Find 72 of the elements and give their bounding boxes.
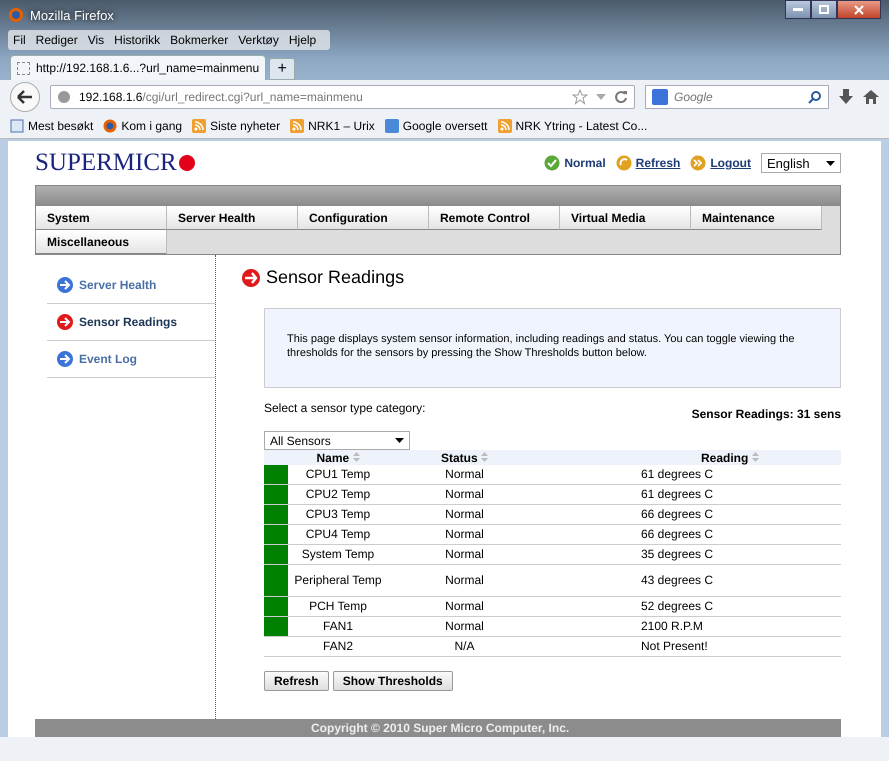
window-title: Mozilla Firefox	[30, 8, 114, 22]
nav-tab[interactable]: Maintenance	[691, 206, 822, 230]
table-cell: Normal	[388, 524, 541, 544]
table-cell: 35 degrees C	[541, 544, 841, 564]
table-cell: 66 degrees C	[541, 504, 841, 524]
table-cell: 61 degrees C	[541, 465, 841, 484]
menu-item[interactable]: Fil	[8, 33, 31, 47]
nav-tab[interactable]: Virtual Media	[560, 206, 691, 230]
table-cell: Normal	[388, 544, 541, 564]
table-cell: Normal	[388, 564, 541, 596]
table-cell: Normal	[388, 484, 541, 504]
table-cell: 66 degrees C	[541, 524, 841, 544]
menu-item[interactable]: Rediger	[30, 33, 83, 47]
nav-tab[interactable]: Server Health	[167, 206, 298, 230]
table-cell: FAN1	[288, 616, 388, 636]
nav-tab[interactable]: System	[36, 206, 167, 230]
refresh-link[interactable]: Refresh	[616, 155, 680, 171]
table-cell: CPU3 Temp	[288, 504, 388, 524]
table-cell: PCH Temp	[288, 596, 388, 616]
menu-item[interactable]: Hjelp	[284, 33, 322, 47]
table-cell: Normal	[388, 616, 541, 636]
action-button[interactable]: Show Thresholds	[332, 671, 453, 691]
menu-item[interactable]: Vis	[82, 33, 110, 47]
new-tab-button[interactable]: +	[269, 58, 296, 80]
table-cell: FAN2	[288, 636, 388, 656]
table-cell: 2100 R.P.M	[541, 616, 841, 636]
table-cell: Normal	[388, 504, 541, 524]
column-header[interactable]: Status	[388, 450, 541, 465]
nav-tab[interactable]: Miscellaneous	[36, 230, 167, 254]
page-title: Sensor Readings	[266, 267, 404, 288]
bookmark-link[interactable]: NRK Ytring - Latest Co...	[498, 119, 648, 133]
table-cell: 43 degrees C	[541, 564, 841, 596]
table-cell: N/A	[388, 636, 541, 656]
column-header[interactable]: Name	[288, 450, 388, 465]
language-dropdown[interactable]: English	[761, 153, 841, 173]
footer-bar: Copyright © 2010 Super Micro Computer, Inc.	[35, 719, 841, 737]
nav-tab[interactable]: Configuration	[298, 206, 429, 230]
table-cell: CPU4 Temp	[288, 524, 388, 544]
table-cell: Normal	[388, 465, 541, 484]
menu-item[interactable]: Historikk	[109, 33, 166, 47]
status-link[interactable]: Normal	[544, 155, 606, 171]
search-box[interactable]: Google	[645, 85, 829, 109]
bookmark-link[interactable]: Mest besøkt	[10, 119, 94, 133]
table-cell: Not Present!	[541, 636, 841, 656]
menu-item[interactable]: Verktøy	[233, 33, 284, 47]
sensor-count: Sensor Readings: 31 sens	[692, 407, 841, 421]
logout-link[interactable]: Logout	[690, 155, 751, 171]
table-cell: CPU2 Temp	[288, 484, 388, 504]
table-cell: 61 degrees C	[541, 484, 841, 504]
nav-tab[interactable]: Remote Control	[429, 206, 560, 230]
menu-item[interactable]: Bokmerker	[165, 33, 234, 47]
bookmark-link[interactable]: Siste nyheter	[192, 119, 280, 133]
category-dropdown[interactable]: All Sensors	[264, 431, 410, 450]
sidebar-item[interactable]: Server Health	[47, 267, 215, 304]
category-label: Select a sensor type category:	[264, 401, 426, 417]
bookmark-link[interactable]: NRK1 – Urix	[290, 119, 375, 133]
supermicro-logo: SUPERMICR	[35, 149, 196, 177]
browser-tab[interactable]: http://192.168.1.6...?url_name=mainmenu	[10, 55, 266, 80]
column-header[interactable]: Reading	[541, 450, 841, 465]
info-box: This page displays system sensor information, including readings and status. You can toggle viewing the thresholds for the sensors by pressing the Show Thresholds button below.	[264, 308, 841, 388]
table-cell: Peripheral Temp	[288, 564, 388, 596]
action-button[interactable]: Refresh	[264, 671, 329, 691]
table-cell: Normal	[388, 596, 541, 616]
table-cell: System Temp	[288, 544, 388, 564]
bookmark-link[interactable]: Google oversett	[384, 119, 488, 133]
address-field[interactable]: 192.168.1.6/cgi/url_redirect.cgi?url_name=mainmenu	[50, 85, 635, 109]
table-cell: CPU1 Temp	[288, 465, 388, 484]
sidebar-item[interactable]: Sensor Readings	[47, 304, 215, 341]
sidebar-item[interactable]: Event Log	[47, 341, 215, 378]
table-cell: 52 degrees C	[541, 596, 841, 616]
bookmark-link[interactable]: Kom i gang	[103, 119, 182, 133]
address-text: 192.168.1.6/cgi/url_redirect.cgi?url_name=mainmenu	[79, 90, 364, 104]
